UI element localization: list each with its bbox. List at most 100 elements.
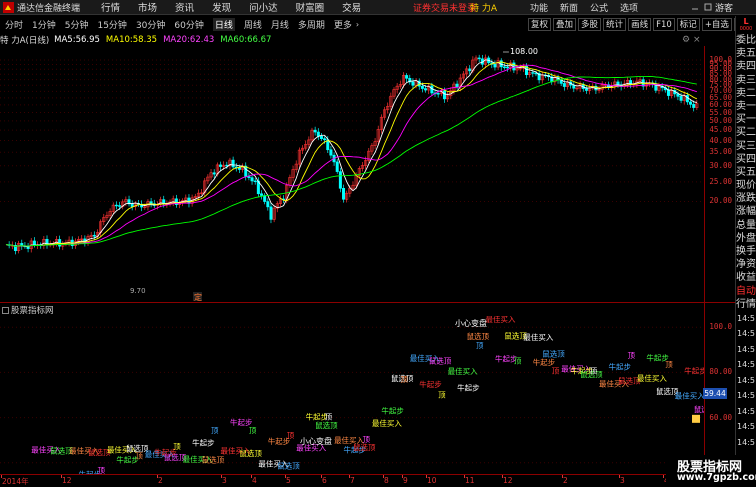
side-item[interactable]: 涨跌 [736,192,756,205]
adjust-button[interactable]: 复权 [528,17,552,31]
side-item[interactable]: 总量 [736,219,756,232]
side-item[interactable]: 买三 [736,140,756,153]
side-item[interactable]: 买五 [736,166,756,179]
side-list: 委比 卖五 卖四 卖三 卖二 卖一 买一 买二 买三 买四 买五 现价 涨跌 涨幅 总量 外盘 换手 净资 收益 自动… [736,34,756,450]
x-tick-mark [61,475,62,478]
signal-label: 顶 [287,431,295,440]
side-item[interactable]: 外盘 [736,232,756,245]
f10-button[interactable]: F10 [653,17,675,31]
date-axis: 2014年1223456789101112234 [0,474,704,487]
marker-label: 定 [194,292,202,302]
side-item[interactable]: 现价 [736,179,756,192]
signal-label: 顶 [438,391,446,400]
side-badge[interactable]: L 0000 [736,16,756,34]
candlestick-chart[interactable]: 108.00 9.70 定 [0,46,704,302]
candle-body [420,85,424,89]
signal-label: 顶 [590,366,598,375]
signal-label: 顶 [476,341,484,350]
candle-body [329,149,333,156]
x-tick-label: 2 [158,476,163,485]
stats-button[interactable]: 统计 [603,17,627,31]
candle-body [231,159,235,168]
login-warning[interactable]: 证券交易未登录 [413,1,476,14]
signal-label: 最佳买入 [372,418,402,428]
menu-discover[interactable]: 发现 [212,0,231,14]
minimize-icon[interactable] [688,0,702,14]
signal-label: 牛起步 [419,379,442,389]
close-pane-icon[interactable]: × [693,35,701,45]
signal-label: 鼠选顶 [429,356,452,366]
y-tick-label: 45.00 [709,125,732,135]
side-item[interactable]: 买二 [736,126,756,139]
period-weekly[interactable]: 周线 [244,18,262,31]
last-value-tag: 59.44 [703,388,727,399]
signal-label: 最佳买入 [448,366,478,376]
candle-body [584,88,588,91]
indicator-chart[interactable]: 最佳买入牛起步鼠选顶顶最佳买入牛起步鼠选顶顶最佳买入牛起步鼠选顶顶最佳买入牛起步… [0,316,704,474]
menu-news[interactable]: 资讯 [175,0,194,14]
side-item[interactable]: 换手 [736,245,756,258]
x-tick-label: 11 [465,476,475,485]
menu-trade[interactable]: 交易 [342,0,361,14]
period-5min[interactable]: 5分钟 [65,18,89,31]
side-item[interactable]: 卖三 [736,74,756,87]
ma60-value: 66.67 [247,35,272,45]
tool-function[interactable]: 功能 [530,1,548,14]
period-monthly[interactable]: 月线 [271,18,289,31]
x-tick-mark [321,475,322,478]
side-item[interactable]: 委比 [736,34,756,47]
period-tick[interactable]: 分时 [5,18,23,31]
period-more[interactable]: 更多 [334,18,352,31]
mark-button[interactable]: 标记 [676,17,700,31]
menu-market[interactable]: 市场 [138,0,157,14]
candle-body [323,138,327,141]
app-title: 通达信金融终端 [17,3,81,14]
candle-body [316,131,320,137]
overlay-button[interactable]: 叠加 [553,17,577,31]
sub-pane-icon [2,306,9,314]
y-tick-label: 20.00 [709,196,732,206]
low-annotation: 9.70 [130,287,146,295]
side-item[interactable]: 买一 [736,113,756,126]
signal-label: 鼠选顶 [542,349,565,359]
side-item[interactable]: 行情 [736,298,756,311]
side-item[interactable]: 卖四 [736,60,756,73]
period-15min[interactable]: 15分钟 [97,18,126,31]
tool-formula[interactable]: 公式 [590,1,608,14]
tool-options[interactable]: 选项 [620,1,638,14]
candle-body [212,172,216,175]
menu-quotes[interactable]: 行情 [101,0,120,14]
side-item[interactable]: 收益 [736,271,756,284]
signal-label: 牛起步 [192,438,215,448]
app-logo-icon [2,1,14,13]
side-badge-value: 0000 [739,26,753,32]
period-daily[interactable]: 日线 [212,17,235,31]
menu-wealth[interactable]: 财富圈 [296,0,325,14]
period-multi[interactable]: 多周期 [298,18,325,31]
side-item[interactable]: 自动 [736,285,756,298]
settings-gear-icon[interactable]: ⚙ [682,35,690,45]
period-30min[interactable]: 30分钟 [136,18,165,31]
x-tick-label: 3 [222,476,227,485]
side-item[interactable]: 涨幅 [736,205,756,218]
add-watchlist-button[interactable]: +自选 [701,17,732,31]
candle-body [92,234,96,237]
multi-stock-button[interactable]: 多股 [578,17,602,31]
period-1min[interactable]: 1分钟 [32,18,56,31]
side-item[interactable]: 买四 [736,153,756,166]
side-item[interactable]: 卖五 [736,47,756,60]
menu-ask[interactable]: 问小达 [249,0,278,14]
pane-divider[interactable] [0,302,735,303]
draw-button[interactable]: 画线 [628,17,652,31]
side-item[interactable]: 卖二 [736,87,756,100]
chevron-right-icon[interactable]: › [356,20,359,29]
signal-label: 鼠选顶 [202,454,225,464]
period-60min[interactable]: 60分钟 [174,18,203,31]
side-item[interactable]: 净资 [736,258,756,271]
tool-new-page[interactable]: 新面 [560,1,578,14]
candle-body [468,68,472,72]
ma10-label: MA10:58.35 [105,35,158,45]
maximize-icon[interactable] [701,0,715,14]
side-item[interactable]: 卖一 [736,100,756,113]
guest-label[interactable]: 游客 [715,1,733,14]
